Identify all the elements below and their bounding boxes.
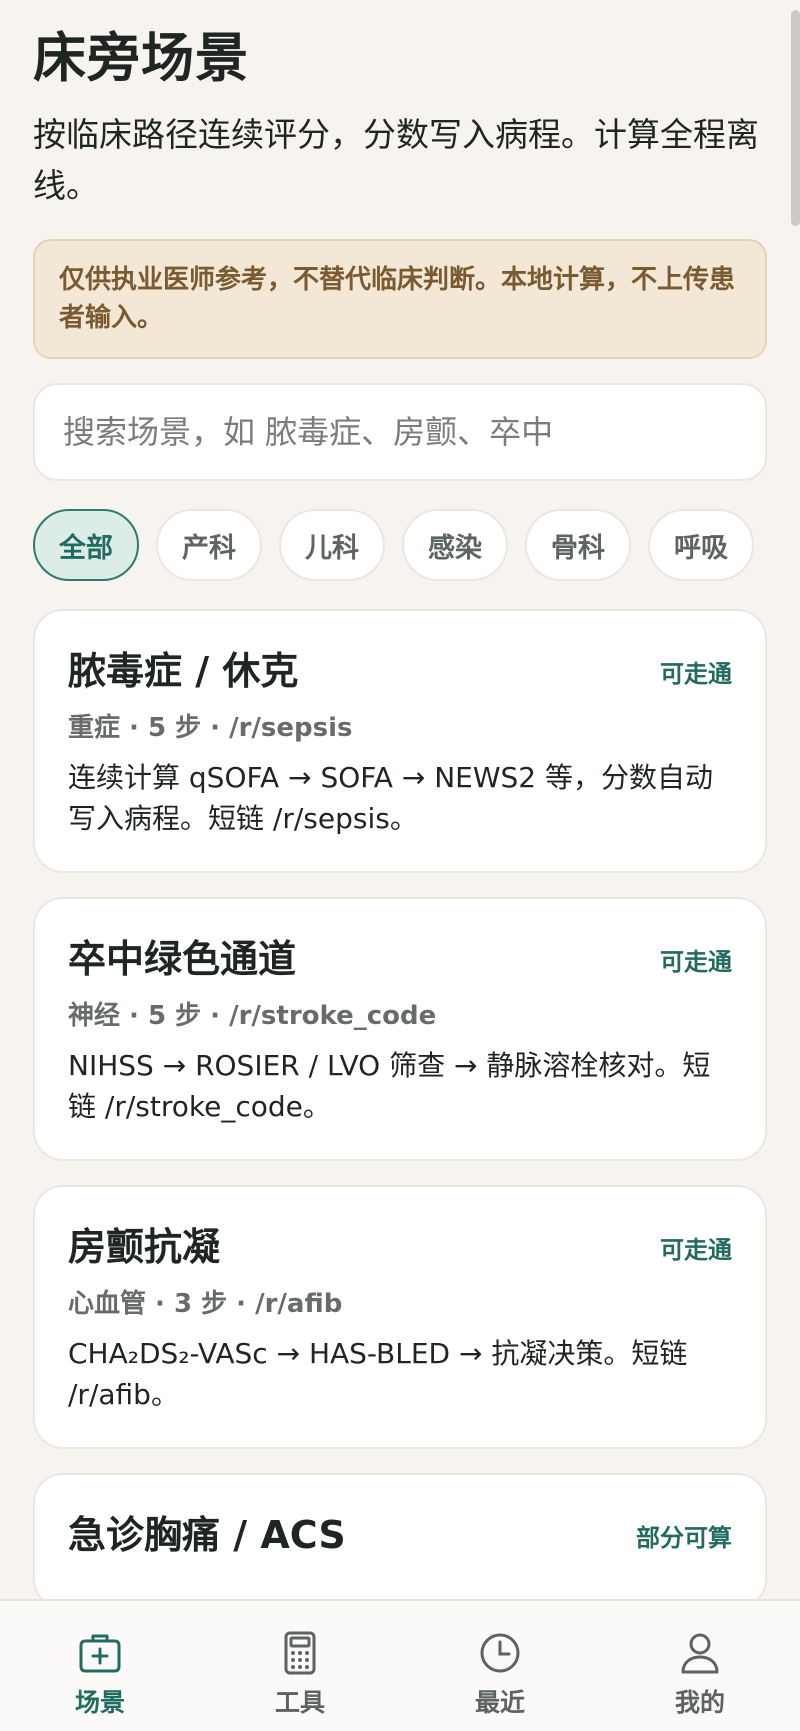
card-header: 房颤抗凝 可走通 bbox=[68, 1223, 732, 1271]
search-input[interactable] bbox=[63, 413, 737, 451]
calculator-icon bbox=[284, 1631, 316, 1675]
scenario-list: 脓毒症 / 休克 可走通 重症 · 5 步 · /r/sepsis 连续计算 q… bbox=[33, 609, 767, 1609]
status-badge: 可走通 bbox=[660, 659, 732, 688]
page-title: 床旁场景 bbox=[33, 28, 249, 89]
status-badge: 可走通 bbox=[660, 1235, 732, 1264]
filter-chips: 全部 产科 儿科 感染 骨科 呼吸 bbox=[33, 509, 767, 581]
scenario-card-sepsis[interactable]: 脓毒症 / 休克 可走通 重症 · 5 步 · /r/sepsis 连续计算 q… bbox=[33, 609, 767, 873]
scenario-card-stroke[interactable]: 卒中绿色通道 可走通 神经 · 5 步 · /r/stroke_code NIH… bbox=[33, 897, 767, 1161]
scrollbar[interactable] bbox=[791, 10, 800, 226]
filter-chip-respiratory[interactable]: 呼吸 bbox=[648, 509, 754, 581]
card-description: NIHSS → ROSIER / LVO 筛查 → 静脉溶栓核对。短链 /r/s… bbox=[68, 1049, 711, 1123]
scenario-card-chest-pain[interactable]: 急诊胸痛 / ACS 部分可算 bbox=[33, 1473, 767, 1609]
card-title: 脓毒症 / 休克 bbox=[68, 649, 299, 693]
search-box[interactable] bbox=[33, 383, 767, 481]
nav-label: 最近 bbox=[474, 1688, 525, 1717]
status-badge: 部分可算 bbox=[636, 1523, 732, 1552]
clock-icon bbox=[480, 1633, 520, 1673]
scenarios-page: 床旁场景 按临床路径连续评分，分数写入病程。计算全程离线。 仅供执业医师参考，不… bbox=[0, 0, 800, 1731]
card-description: CHA₂DS₂-VASc → HAS-BLED → 抗凝决策。短链 /r/afi… bbox=[68, 1337, 688, 1411]
user-icon bbox=[681, 1633, 719, 1674]
nav-label: 我的 bbox=[674, 1688, 725, 1717]
status-badge: 可走通 bbox=[660, 947, 732, 976]
nav-tab-recent[interactable]: 最近 bbox=[400, 1601, 600, 1731]
bottom-nav: 场景 工具 最近 我的 bbox=[0, 1599, 800, 1731]
filter-chip-all[interactable]: 全部 bbox=[33, 509, 139, 581]
main-content: 床旁场景 按临床路径连续评分，分数写入病程。计算全程离线。 仅供执业医师参考，不… bbox=[0, 0, 800, 1633]
card-title: 急诊胸痛 / ACS bbox=[68, 1513, 346, 1557]
card-meta: 重症 · 5 步 · /r/sepsis bbox=[68, 713, 353, 743]
filter-chip-orthopedics[interactable]: 骨科 bbox=[525, 509, 631, 581]
nav-tab-profile[interactable]: 我的 bbox=[600, 1601, 800, 1731]
card-header: 急诊胸痛 / ACS 部分可算 bbox=[68, 1511, 732, 1559]
scenario-card-afib[interactable]: 房颤抗凝 可走通 心血管 · 3 步 · /r/afib CHA₂DS₂-VAS… bbox=[33, 1185, 767, 1449]
kit-icon bbox=[79, 1634, 121, 1673]
filter-chip-infection[interactable]: 感染 bbox=[402, 509, 508, 581]
nav-label: 场景 bbox=[74, 1688, 125, 1717]
card-description: 连续计算 qSOFA → SOFA → NEWS2 等，分数自动写入病程。短链 … bbox=[68, 761, 714, 835]
nav-tab-tools[interactable]: 工具 bbox=[200, 1601, 400, 1731]
disclaimer-notice: 仅供执业医师参考，不替代临床判断。本地计算，不上传患者输入。 bbox=[33, 239, 767, 359]
card-header: 卒中绿色通道 可走通 bbox=[68, 935, 732, 983]
card-title: 卒中绿色通道 bbox=[68, 937, 297, 981]
nav-label: 工具 bbox=[274, 1688, 325, 1717]
nav-tab-scenarios[interactable]: 场景 bbox=[0, 1601, 200, 1731]
filter-chip-pediatrics[interactable]: 儿科 bbox=[279, 509, 385, 581]
card-meta: 心血管 · 3 步 · /r/afib bbox=[68, 1289, 343, 1319]
card-title: 房颤抗凝 bbox=[68, 1225, 221, 1269]
filter-chip-obstetrics[interactable]: 产科 bbox=[156, 509, 262, 581]
card-meta: 神经 · 5 步 · /r/stroke_code bbox=[68, 1001, 437, 1031]
page-subtitle: 按临床路径连续评分，分数写入病程。计算全程离线。 bbox=[33, 115, 759, 205]
card-header: 脓毒症 / 休克 可走通 bbox=[68, 647, 732, 695]
